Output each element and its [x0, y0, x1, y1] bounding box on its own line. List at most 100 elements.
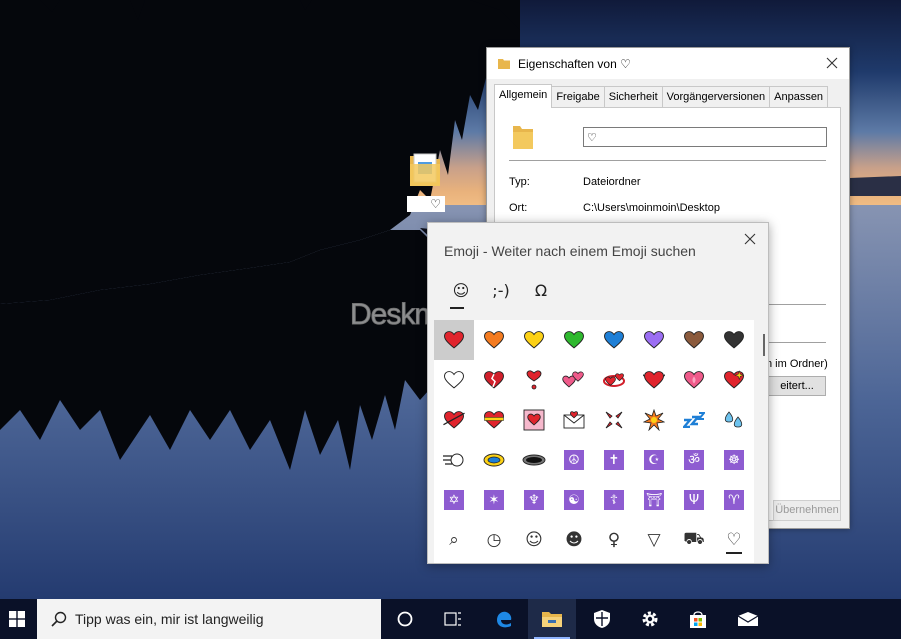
- security-button[interactable]: [578, 599, 626, 639]
- heart-red-emoji[interactable]: [434, 320, 474, 360]
- emoji-panel: Emoji - Weiter nach einem Emoji suchen ☺…: [427, 222, 769, 564]
- collision-emoji[interactable]: [634, 400, 674, 440]
- growing-heart-emoji[interactable]: [674, 360, 714, 400]
- close-icon[interactable]: [742, 231, 758, 247]
- task-view-icon: [444, 612, 461, 626]
- heart-green-emoji[interactable]: [554, 320, 594, 360]
- settings-button[interactable]: [626, 599, 674, 639]
- close-icon[interactable]: [823, 54, 841, 72]
- revolving-hearts-emoji[interactable]: [594, 360, 634, 400]
- dizzy-emoji[interactable]: [474, 440, 514, 480]
- smiley-tab-icon[interactable]: ☺: [514, 520, 554, 560]
- dialog-title: Eigenschaften von ♡: [518, 56, 631, 71]
- star-and-crescent-emoji[interactable]: ☪: [634, 440, 674, 480]
- divider: [509, 160, 826, 161]
- emoji-panel-header: Emoji - Weiter nach einem Emoji suchen: [444, 243, 696, 259]
- star-of-david-emoji[interactable]: ✡: [434, 480, 474, 520]
- scrollbar[interactable]: [763, 334, 765, 356]
- type-value: Dateiordner: [583, 176, 641, 188]
- taskbar-search-box[interactable]: Tipp was ein, mir ist langweilig: [37, 599, 381, 639]
- divider: [769, 342, 826, 343]
- heart-black-emoji[interactable]: [714, 320, 754, 360]
- heart-exclamation-emoji[interactable]: [514, 360, 554, 400]
- orthodox-cross-emoji[interactable]: ☦: [594, 480, 634, 520]
- heart-yellow-emoji[interactable]: [514, 320, 554, 360]
- apply-button[interactable]: Übernehmen: [773, 500, 841, 521]
- hole-emoji[interactable]: [514, 440, 554, 480]
- tab-anpassen[interactable]: Anpassen: [769, 86, 829, 108]
- zzz-emoji[interactable]: [674, 400, 714, 440]
- edge-button[interactable]: [480, 599, 528, 639]
- tab-kaomoji[interactable]: ;-): [481, 279, 521, 305]
- cortana-button[interactable]: [381, 599, 429, 639]
- tab-vorgaengerversionen[interactable]: Vorgängerversionen: [661, 86, 771, 108]
- taskbar: Tipp was ein, mir ist langweilig: [0, 599, 901, 639]
- trident-emoji[interactable]: Ψ: [674, 480, 714, 520]
- people-tab-icon[interactable]: ☻: [554, 520, 594, 560]
- heart-brown-emoji[interactable]: [674, 320, 714, 360]
- dash-emoji[interactable]: [434, 440, 474, 480]
- dialog-titlebar[interactable]: Eigenschaften von ♡: [487, 48, 849, 79]
- aries-emoji[interactable]: ♈: [714, 480, 754, 520]
- tab-freigabe[interactable]: Freigabe: [551, 86, 605, 108]
- sparkling-heart-emoji[interactable]: [714, 360, 754, 400]
- peace-symbol-emoji[interactable]: ☮: [554, 440, 594, 480]
- heart-tab-icon[interactable]: ♡: [714, 520, 754, 560]
- file-explorer-button[interactable]: [528, 599, 576, 639]
- latin-cross-emoji[interactable]: ✝: [594, 440, 634, 480]
- magnifier-tab-icon[interactable]: ⌕: [434, 520, 474, 560]
- desktop-folder-label[interactable]: ♡: [407, 196, 445, 212]
- tab-emoji[interactable]: ☺: [441, 279, 481, 309]
- store-button[interactable]: [674, 599, 722, 639]
- emoji-category-tabs: ☺ ;-) Ω: [441, 279, 561, 309]
- store-icon: [690, 611, 706, 628]
- search-placeholder: Tipp was ein, mir ist langweilig: [75, 611, 264, 627]
- heart-orange-emoji[interactable]: [474, 320, 514, 360]
- emoji-grid: ☮ ✝ ☪ ॐ ☸ ✡ ✶ ♆ ☯ ☦ ⛩ Ψ ♈ ⌕ ◷ ☺ ☻ ♀ ▽ ⛟ ♡: [434, 320, 754, 563]
- balloon-tab-icon[interactable]: ♀: [594, 520, 634, 560]
- place-of-worship-emoji[interactable]: ⛩: [634, 480, 674, 520]
- menorah-emoji[interactable]: ♆: [514, 480, 554, 520]
- two-hearts-emoji[interactable]: [554, 360, 594, 400]
- cortana-icon: [397, 611, 413, 627]
- broken-heart-emoji[interactable]: [474, 360, 514, 400]
- desktop-folder-icon[interactable]: ♡: [404, 150, 448, 212]
- sweat-droplets-emoji[interactable]: [714, 400, 754, 440]
- emoji-subcategory-row: ⌕ ◷ ☺ ☻ ♀ ▽ ⛟ ♡: [434, 520, 754, 560]
- gear-icon: [642, 611, 658, 627]
- emoji-row: [434, 400, 754, 440]
- mail-button[interactable]: [724, 599, 772, 639]
- task-view-button[interactable]: [429, 599, 477, 639]
- heart-blue-emoji[interactable]: [594, 320, 634, 360]
- heart-white-emoji[interactable]: [434, 360, 474, 400]
- om-emoji[interactable]: ॐ: [674, 440, 714, 480]
- heart-decoration-emoji[interactable]: [514, 400, 554, 440]
- wheel-of-dharma-emoji[interactable]: ☸: [714, 440, 754, 480]
- yin-yang-emoji[interactable]: ☯: [554, 480, 594, 520]
- emoji-row: ☮ ✝ ☪ ॐ ☸: [434, 440, 754, 480]
- anger-symbol-emoji[interactable]: [594, 400, 634, 440]
- six-pointed-star-emoji[interactable]: ✶: [474, 480, 514, 520]
- emoji-row: [434, 320, 754, 360]
- car-tab-icon[interactable]: ⛟: [674, 520, 714, 560]
- pizza-tab-icon[interactable]: ▽: [634, 520, 674, 560]
- heart-with-arrow-emoji[interactable]: [434, 400, 474, 440]
- security-icon: [594, 610, 610, 628]
- beating-heart-emoji[interactable]: [634, 360, 674, 400]
- tab-allgemein[interactable]: Allgemein: [494, 84, 553, 108]
- folder-icon: [513, 126, 533, 149]
- start-button[interactable]: [0, 599, 34, 639]
- dialog-tabs: Allgemein Freigabe Sicherheit Vorgängerv…: [494, 84, 829, 108]
- heart-purple-emoji[interactable]: [634, 320, 674, 360]
- advanced-button[interactable]: eitert...: [768, 376, 826, 396]
- love-letter-emoji[interactable]: [554, 400, 594, 440]
- clock-tab-icon[interactable]: ◷: [474, 520, 514, 560]
- folder-name-input[interactable]: ♡: [583, 127, 827, 147]
- tab-sicherheit[interactable]: Sicherheit: [603, 86, 663, 108]
- search-icon: [51, 611, 67, 627]
- heart-with-ribbon-emoji[interactable]: [474, 400, 514, 440]
- location-value: C:\Users\moinmoin\Desktop: [583, 202, 720, 214]
- tab-symbols[interactable]: Ω: [521, 279, 561, 305]
- emoji-row: [434, 360, 754, 400]
- folder-icon: [408, 150, 444, 190]
